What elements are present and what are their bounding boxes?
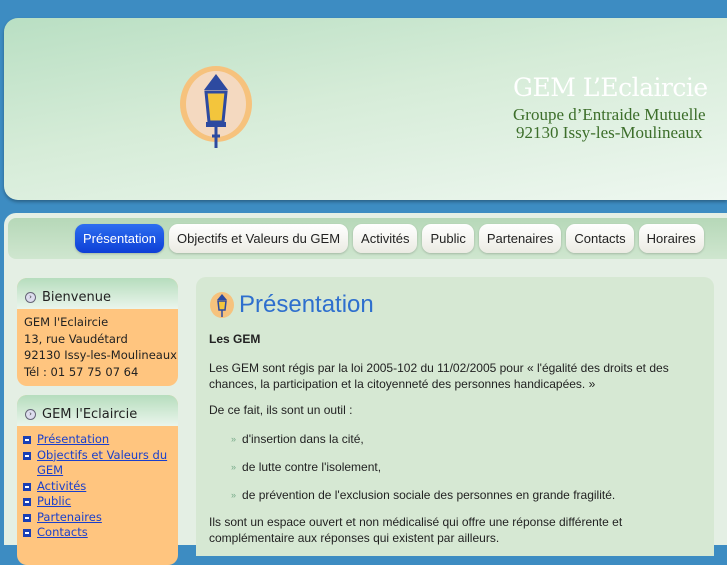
plus-square-icon xyxy=(23,482,31,491)
phone: Tél : 01 57 75 07 64 xyxy=(24,364,139,379)
sidebar-menu: Présentation Objectifs et Valeurs du GEM… xyxy=(17,426,178,541)
menu-header: › GEM l'Eclaircie xyxy=(17,395,178,426)
menu-link-public[interactable]: Public xyxy=(37,494,71,510)
menu-link-partenaires[interactable]: Partenaires xyxy=(37,510,102,526)
bullet-item: » de lutte contre l'isolement, xyxy=(231,460,701,474)
lantern-logo-icon xyxy=(180,66,252,148)
arrow-circle-icon: › xyxy=(25,292,36,303)
address-line: 13, rue Vaudétard xyxy=(24,331,128,346)
bullet-item: » d'insertion dans la cité, xyxy=(231,432,701,446)
tab-public[interactable]: Public xyxy=(422,224,474,253)
paragraph: Les GEM sont régis par la loi 2005-102 d… xyxy=(209,361,669,391)
box-title: GEM l'Eclaircie xyxy=(42,407,138,422)
menu-link-objectifs[interactable]: Objectifs et Valeurs du GEM xyxy=(37,448,178,479)
menu-link-contacts[interactable]: Contacts xyxy=(37,525,88,541)
bullet-item: » de prévention de l'exclusion sociale de… xyxy=(231,488,701,502)
tab-horaires[interactable]: Horaires xyxy=(638,224,704,253)
bullet-text: d'insertion dans la cité, xyxy=(242,432,364,446)
page-title-text: Présentation xyxy=(239,291,374,318)
address-line: 92130 Issy-les-Moulineaux xyxy=(24,348,177,362)
bullet-icon: » xyxy=(231,434,237,444)
plus-square-icon xyxy=(23,513,31,522)
paragraph: De ce fait, ils sont un outil : xyxy=(209,403,353,417)
site-header: GEM L’Eclaircie Groupe d’Entraide Mutuel… xyxy=(4,18,727,200)
site-subtitle: Groupe d’Entraide Mutuelle 92130 Issy-le… xyxy=(513,106,706,142)
tab-activites[interactable]: Activités xyxy=(353,224,418,253)
box-title: Bienvenue xyxy=(42,290,111,305)
bullet-text: de prévention de l'exclusion sociale des… xyxy=(242,488,616,502)
plus-square-icon xyxy=(23,498,31,506)
subtitle-line: 92130 Issy-les-Moulineaux xyxy=(516,123,703,142)
menu-link-activites[interactable]: Activités xyxy=(37,479,86,495)
lantern-icon xyxy=(210,292,234,318)
paragraph: Ils sont un espace ouvert et non médical… xyxy=(209,515,623,545)
welcome-box: › Bienvenue GEM l'Eclaircie 13, rue Vaudé… xyxy=(17,278,178,386)
bullet-icon: » xyxy=(231,490,237,500)
plus-square-icon xyxy=(23,451,31,460)
page-title: Présentation xyxy=(209,291,701,319)
plus-square-icon xyxy=(23,436,31,444)
site-title: GEM L’Eclaircie xyxy=(513,73,708,102)
tab-partenaires[interactable]: Partenaires xyxy=(478,224,562,253)
welcome-header: › Bienvenue xyxy=(17,278,178,309)
bullet-icon: » xyxy=(231,462,237,472)
address: GEM l'Eclaircie 13, rue Vaudétard 92130 … xyxy=(17,309,178,386)
menu-box: › GEM l'Eclaircie Présentation Objectifs … xyxy=(17,395,178,565)
address-line: GEM l'Eclaircie xyxy=(24,315,109,329)
tab-contacts[interactable]: Contacts xyxy=(566,224,634,253)
menu-link-presentation[interactable]: Présentation xyxy=(37,432,109,448)
main-content: Présentation Les GEM Les GEM sont régis … xyxy=(196,277,714,556)
bullet-text: de lutte contre l'isolement, xyxy=(242,460,382,474)
tab-presentation[interactable]: Présentation xyxy=(75,224,164,253)
section-heading: Les GEM xyxy=(209,332,261,346)
nav-tabs: Présentation Objectifs et Valeurs du GEM… xyxy=(75,224,704,253)
arrow-circle-icon: › xyxy=(25,409,36,420)
plus-square-icon xyxy=(23,529,31,537)
subtitle-line: Groupe d’Entraide Mutuelle xyxy=(513,105,706,124)
tab-objectifs[interactable]: Objectifs et Valeurs du GEM xyxy=(169,224,349,253)
